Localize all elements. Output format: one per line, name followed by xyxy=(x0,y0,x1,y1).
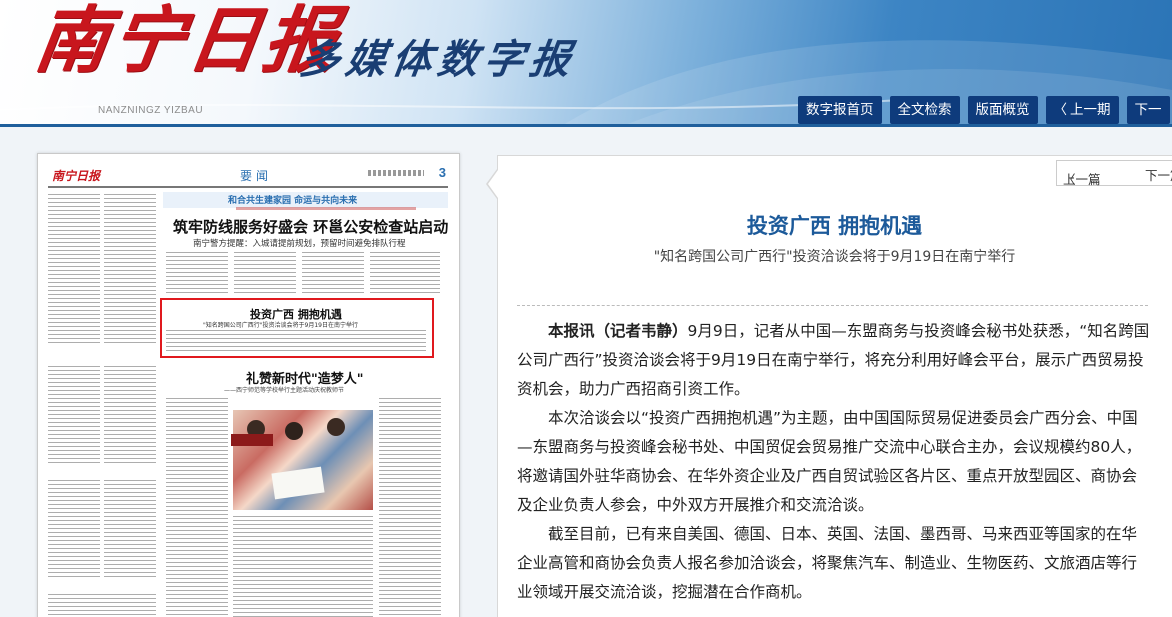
article-body: 本报讯（记者韦静）9月9日，记者从中国—东盟商务与投资峰会秘书处获悉，“知名跨国… xyxy=(517,317,1152,607)
site-logo[interactable]: 南宁日报 xyxy=(30,0,346,82)
paper-feature-photo[interactable] xyxy=(233,410,373,510)
nav-search-button[interactable]: 全文检索 xyxy=(889,96,960,124)
paper-banner-subline xyxy=(236,207,416,210)
paper-column-text[interactable] xyxy=(48,194,100,344)
paper-headline[interactable]: 筑牢防线服务好盛会 环邕公安检查站启动 xyxy=(173,216,448,237)
article-paragraph: 本次洽谈会以“投资广西拥抱机遇”为主题，由中国国际贸易促进委员会广西分会、中国—… xyxy=(517,409,1142,514)
article-paragraph: 本报讯（记者韦静）9月9日，记者从中国—东盟商务与投资峰会秘书处获悉，“知名跨国… xyxy=(517,317,1152,404)
paper-column-text[interactable] xyxy=(233,516,373,617)
paper-column-text[interactable] xyxy=(48,594,156,617)
nav-next-issue-button[interactable]: 下一 xyxy=(1126,96,1170,124)
article-subtitle: "知名跨国公司广西行"投资洽谈会将于9月19日在南宁举行 xyxy=(653,249,1016,265)
paper-page-number: 3 xyxy=(438,165,446,180)
next-article-link[interactable]: 下一篇 xyxy=(1145,165,1172,184)
paper-column-text[interactable] xyxy=(379,398,441,617)
paper-feature-subtitle: ——西宁师范等学校举行主题活动庆祝教师节 xyxy=(224,387,345,394)
paper-column-heading xyxy=(50,350,53,360)
paper-mini-logo: 南宁日报 xyxy=(52,169,101,183)
site-logo-subtitle: 多媒体数字报 xyxy=(296,36,580,83)
paper-masthead: 南宁日报 要闻 3 xyxy=(48,164,448,188)
site-header: 南宁日报 多媒体数字报 NANZNINGZ YIZBAU 数字报首页 全文检索 … xyxy=(0,0,1172,127)
paper-column-text[interactable] xyxy=(104,480,156,580)
paper-column-text[interactable] xyxy=(166,252,228,294)
paper-section-name: 要闻 xyxy=(240,169,273,183)
panel-pointer xyxy=(488,170,498,198)
nav-home-button[interactable]: 数字报首页 xyxy=(798,96,882,124)
paper-photo-tag xyxy=(231,434,273,446)
top-nav: 数字报首页 全文检索 版面概览 〈上一期 下一 xyxy=(798,96,1170,124)
paper-column-text[interactable] xyxy=(104,366,156,466)
paper-column-text[interactable] xyxy=(234,252,296,294)
nav-prev-issue-button[interactable]: 〈上一期 xyxy=(1045,96,1119,124)
article-divider xyxy=(517,305,1148,306)
article-paragraph: 截至目前，已有来自美国、德国、日本、英国、法国、墨西哥、马来西亚等国家的在华企业… xyxy=(517,525,1138,601)
paper-dateline xyxy=(368,170,424,176)
prev-article-label: 上一篇 xyxy=(1063,172,1101,187)
chevron-left-icon: 〈 xyxy=(1053,102,1068,118)
header-divider xyxy=(0,124,1172,127)
site-logo-pinyin: NANZNINGZ YIZBAU xyxy=(98,105,204,116)
article-pager: 〈上一篇 下一篇 xyxy=(1056,160,1172,187)
paper-column-text[interactable] xyxy=(48,480,100,580)
nav-prev-issue-label: 上一期 xyxy=(1070,102,1111,118)
paper-column-text[interactable] xyxy=(48,366,100,466)
article-title: 投资广西 拥抱机遇 xyxy=(746,214,923,238)
paper-column-text[interactable] xyxy=(370,252,440,294)
paper-headline-sub: 南宁警方提醒：入城请提前规划，预留时间避免排队行程 xyxy=(193,239,406,249)
article-byline: 本报讯（记者韦静） xyxy=(548,322,688,340)
newspaper-page-thumbnail[interactable]: 南宁日报 要闻 3 和合共生建家园 命运与共向未来 筑牢防线服务好盛会 环邕公安… xyxy=(37,153,460,617)
nav-overview-button[interactable]: 版面概览 xyxy=(967,96,1038,124)
paper-column-text[interactable] xyxy=(166,398,228,617)
paper-column-text[interactable] xyxy=(166,330,426,354)
paper-column-text[interactable] xyxy=(302,252,364,294)
paper-banner-text: 和合共生建家园 命运与共向未来 xyxy=(228,196,358,206)
paper-column-text[interactable] xyxy=(104,194,156,344)
selected-article-subtitle: "知名跨国公司广西行"投资洽谈会将于9月19日在南宁举行 xyxy=(203,322,358,329)
